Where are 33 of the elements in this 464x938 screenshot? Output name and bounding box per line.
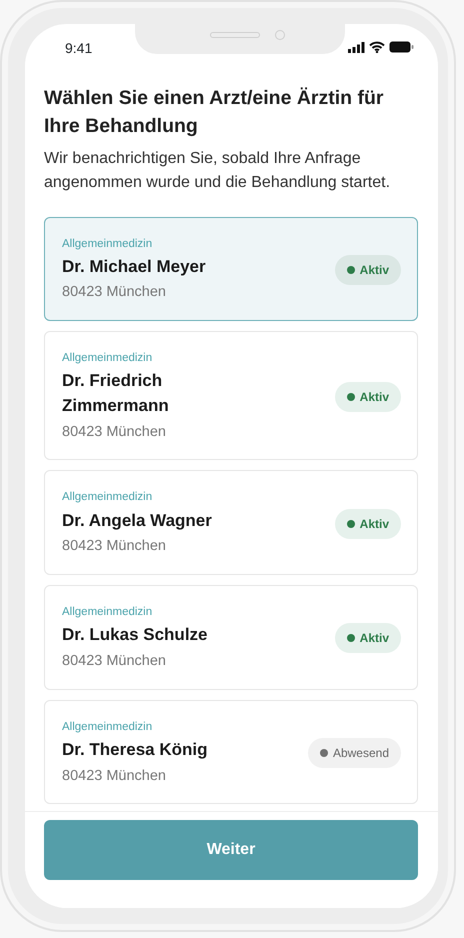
specialty-label: Allgemeinmedizin	[62, 490, 154, 506]
doctor-name: Dr. Michael Meyer	[62, 256, 206, 278]
camera-icon	[275, 30, 285, 40]
doctor-card[interactable]: Allgemeinmedizin Dr. Angela Wagner 80423 München Aktiv	[44, 470, 418, 576]
doctor-name: Dr. Theresa König	[62, 738, 208, 761]
doctor-card[interactable]: Allgemeinmedizin Dr. Lukas Schulze 80423 München Aktiv	[44, 585, 418, 690]
status-time: 9:41	[65, 39, 92, 58]
doctor-name: Dr. Lukas Schulze	[62, 624, 208, 646]
status-pill: Abwesend	[308, 738, 401, 768]
specialty-label: Allgemeinmedizin	[62, 720, 154, 735]
page-description: Wir benachrichtigen Sie, sobald Ihre Anfrage angenommen wurde und die Behandlung startet.	[44, 148, 392, 193]
doctor-address: 80423 München	[62, 652, 167, 671]
page-title: Wählen Sie einen Arzt/eine Ärztin für Ihre Behandlung	[44, 86, 384, 140]
status-pill: Aktiv	[334, 508, 401, 539]
doctor-card[interactable]: Allgemeinmedizin Dr. Michael Meyer 80423 München Aktiv	[44, 216, 418, 322]
specialty-label: Allgemeinmedizin	[62, 351, 154, 366]
wifi-icon	[369, 41, 385, 53]
specialty-label: Allgemeinmedizin	[62, 236, 154, 252]
doctor-name: Dr. Angela Wagner	[62, 510, 212, 532]
doctor-card[interactable]: Allgemeinmedizin Dr. Theresa König 80423 München Abwesend	[44, 700, 418, 804]
signal-icon	[348, 42, 365, 52]
doctor-card[interactable]: Allgemeinmedizin Dr. Friedrich Zimmermann 80423 München Aktiv	[44, 331, 418, 460]
status-pill: Aktiv	[334, 623, 401, 654]
doctor-address: 80423 München	[62, 283, 167, 302]
doctor-name: Dr. Friedrich Zimmermann	[62, 370, 170, 418]
speaker-icon	[210, 32, 260, 38]
status-pill: Aktiv	[334, 254, 401, 285]
doctor-address: 80423 München	[62, 422, 167, 442]
doctor-address: 80423 München	[62, 537, 167, 556]
status-pill: Aktiv	[334, 382, 401, 412]
specialty-label: Allgemeinmedizin	[62, 605, 154, 620]
doctor-address: 80423 München	[62, 766, 167, 786]
battery-icon	[389, 41, 414, 53]
